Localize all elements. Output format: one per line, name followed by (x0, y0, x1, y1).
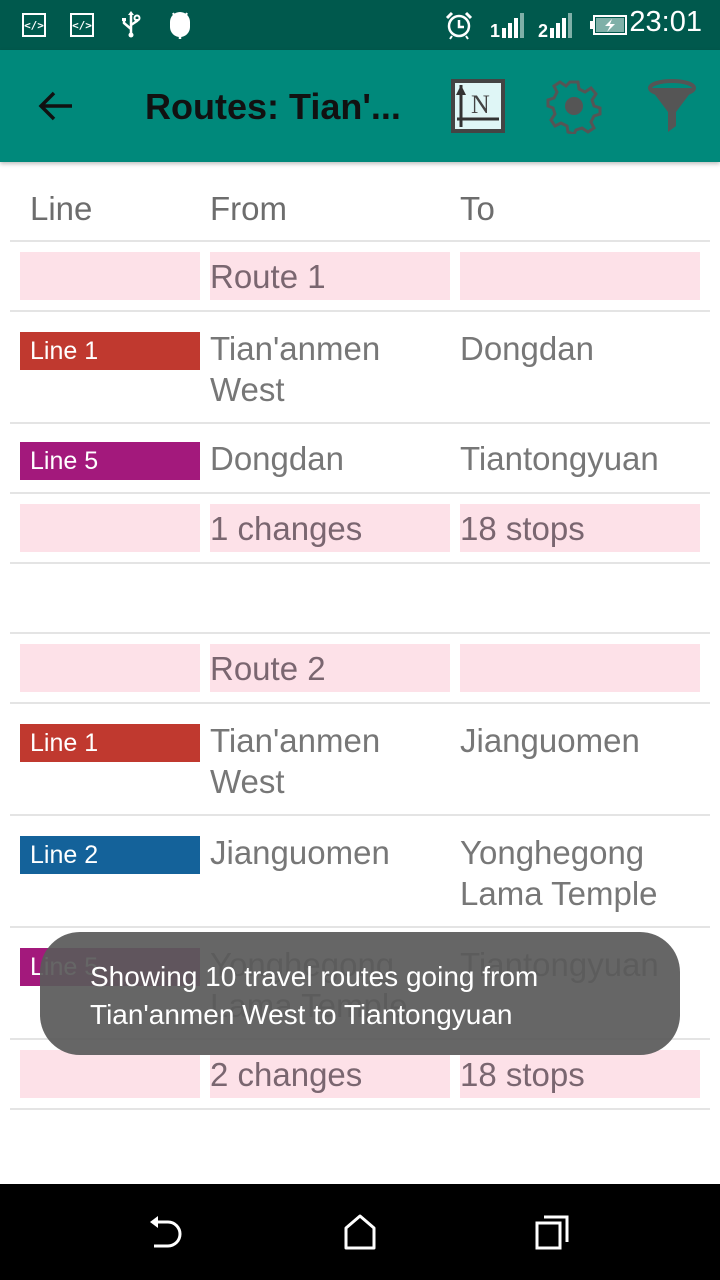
nav-home-button[interactable] (332, 1204, 388, 1260)
route-stops: 18 stops (460, 1050, 700, 1098)
nav-back-button[interactable] (140, 1204, 196, 1260)
svg-text:2: 2 (538, 21, 548, 40)
toast-message: Showing 10 travel routes going from Tian… (40, 932, 680, 1055)
route-summary-row[interactable]: 1 changes 18 stops (10, 494, 710, 564)
battery-charging-icon (590, 10, 628, 40)
summary-cell (20, 504, 200, 552)
line-badge: Line 2 (20, 836, 200, 874)
from-station: Jianguomen (210, 834, 390, 871)
home-icon (344, 1214, 376, 1250)
route-title-row[interactable]: Route 2 (10, 634, 710, 704)
spacer-row (10, 564, 710, 634)
route-title-cell (460, 252, 700, 300)
page-title: Routes: Tian'... (145, 86, 401, 127)
system-nav-bar (0, 1184, 720, 1280)
back-icon (150, 1216, 182, 1248)
route-changes: 2 changes (210, 1050, 450, 1098)
settings-button[interactable] (546, 78, 602, 134)
line-badge: Line 1 (20, 332, 200, 370)
to-station: Jianguomen (460, 722, 640, 759)
north-map-icon: N (451, 79, 505, 133)
table-row[interactable]: Line 1 Tian'anmen West Jianguomen (10, 704, 710, 816)
status-bar: </> </> 1 2 23:01 (0, 0, 720, 50)
route-title-cell (460, 644, 700, 692)
to-station: Dongdan (460, 330, 594, 367)
route-title-cell (20, 252, 200, 300)
app-bar: Routes: Tian'... N (0, 50, 720, 162)
route-title-row[interactable]: Route 1 (10, 242, 710, 312)
to-station: Tiantongyuan (460, 440, 659, 477)
back-button[interactable] (30, 80, 82, 132)
recents-icon (535, 1215, 569, 1250)
svg-text:1: 1 (490, 21, 500, 40)
alarm-icon (444, 10, 474, 40)
nav-recents-button[interactable] (524, 1204, 580, 1260)
to-station: Yonghegong Lama Temple (460, 834, 658, 912)
route-changes: 1 changes (210, 504, 450, 552)
route-title: Route 1 (210, 252, 450, 300)
usb-icon (120, 10, 142, 40)
header-line: Line (30, 190, 93, 227)
filter-icon (648, 79, 696, 132)
north-map-button[interactable]: N (450, 78, 506, 134)
route-title-cell (20, 644, 200, 692)
summary-cell (20, 1050, 200, 1098)
svg-text:N: N (471, 90, 490, 119)
toast-line-1: Showing 10 travel routes going from (90, 961, 539, 992)
signal-sim2-icon: 2 (538, 10, 582, 40)
table-row[interactable]: Line 2 Jianguomen Yonghegong Lama Temple (10, 816, 710, 928)
filter-button[interactable] (644, 78, 700, 134)
code-notification-icon: </> (22, 10, 46, 40)
code-notification-icon: </> (70, 10, 94, 40)
table-row[interactable]: Line 5 Dongdan Tiantongyuan (10, 424, 710, 494)
header-to: To (460, 190, 495, 227)
arrow-left-icon (38, 91, 72, 121)
from-station: Tian'anmen West (210, 722, 381, 800)
from-station: Dongdan (210, 440, 344, 477)
clock: 23:01 (629, 6, 702, 38)
from-station: Tian'anmen West (210, 330, 381, 408)
line-badge: Line 1 (20, 724, 200, 762)
table-row[interactable]: Line 1 Tian'anmen West Dongdan (10, 312, 710, 424)
settings-icon (546, 80, 602, 134)
table-header: Line From To (10, 172, 710, 242)
route-title: Route 2 (210, 644, 450, 692)
line-badge: Line 5 (20, 442, 200, 480)
toast-line-2: Tian'anmen West to Tiantongyuan (90, 999, 513, 1030)
route-stops: 18 stops (460, 504, 700, 552)
signal-sim1-icon: 1 (490, 10, 534, 40)
android-debug-icon (166, 10, 194, 40)
header-from: From (210, 190, 287, 227)
